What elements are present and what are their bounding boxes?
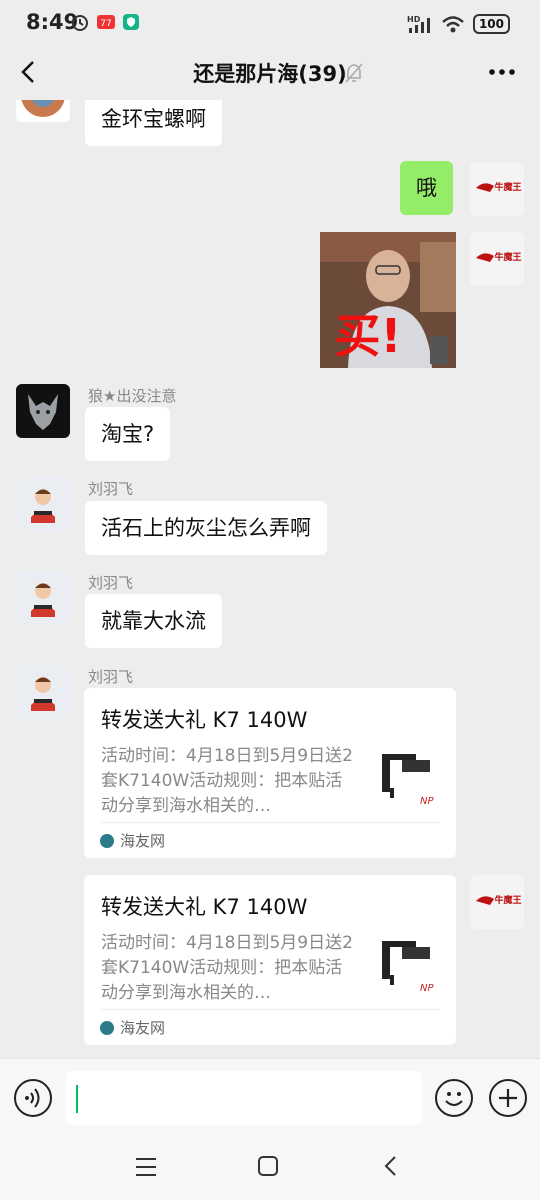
source-name: 海友网 xyxy=(120,1019,166,1037)
avatar[interactable] xyxy=(16,100,70,122)
card-title: 转发送大礼 K7 140W xyxy=(101,708,308,732)
emoji-button[interactable] xyxy=(435,1079,473,1117)
card-description: 活动时间：4月18日到5月9日送2套K7140W活动规则：把本贴活动分享到海水相… xyxy=(101,933,353,1003)
avatar-label: 牛魔王 xyxy=(494,251,521,263)
sender-name: 狼★出没注意 xyxy=(88,387,177,405)
card-description: 活动时间：4月18日到5月9日送2套K7140W活动规则：把本贴活动分享到海水相… xyxy=(101,746,353,816)
message-list[interactable]: 金环宝螺啊 哦 牛魔王 买! 牛魔王 狼★出没注意 淘宝? 刘羽飞 活石上的灰尘… xyxy=(0,100,540,1058)
voice-input-button[interactable] xyxy=(14,1079,52,1117)
avatar-label: 牛魔王 xyxy=(494,181,521,193)
source-logo-icon xyxy=(100,833,114,848)
home-icon[interactable] xyxy=(257,1155,279,1177)
input-bar xyxy=(0,1058,540,1138)
chat-header: 还是那片海(39) xyxy=(0,46,540,100)
product-thumbnail: NP xyxy=(382,941,434,994)
card-source: 海友网 xyxy=(100,1009,440,1045)
sticker-image[interactable]: 买! xyxy=(320,232,456,368)
recent-apps-icon[interactable] xyxy=(134,1156,158,1178)
shield-icon xyxy=(123,14,139,30)
card-title: 转发送大礼 K7 140W xyxy=(101,895,308,919)
my-avatar[interactable]: 牛魔王 xyxy=(470,162,524,216)
avatar[interactable] xyxy=(16,384,70,438)
svg-text:NP: NP xyxy=(420,983,434,994)
message-input[interactable] xyxy=(66,1071,422,1125)
sticker-text: 买! xyxy=(335,309,402,363)
source-name: 海友网 xyxy=(120,832,166,850)
my-avatar[interactable]: 牛魔王 xyxy=(470,232,524,286)
avatar-label: 牛魔王 xyxy=(494,894,521,906)
plus-icon xyxy=(499,1089,517,1107)
app-notification-icon: 77 xyxy=(97,15,115,29)
avatar[interactable] xyxy=(16,571,70,625)
my-avatar[interactable]: 牛魔王 xyxy=(470,875,524,929)
message-bubble[interactable]: 就靠大水流 xyxy=(85,594,222,648)
wifi-icon xyxy=(442,16,464,33)
avatar[interactable] xyxy=(16,477,70,531)
status-bar: 8:49 77 HD 100 xyxy=(0,0,540,46)
alarm-icon xyxy=(72,15,88,31)
battery-indicator: 100 xyxy=(472,14,510,34)
voice-icon xyxy=(25,1088,40,1108)
mute-bell-icon xyxy=(345,63,363,83)
avatar[interactable] xyxy=(16,665,70,719)
sender-name: 刘羽飞 xyxy=(88,668,134,686)
chat-title: 还是那片海(39) xyxy=(193,62,347,86)
sender-name: 刘羽飞 xyxy=(88,480,134,498)
back-nav-icon[interactable] xyxy=(381,1155,401,1177)
product-thumbnail: NP xyxy=(382,754,434,807)
more-options-icon[interactable] xyxy=(488,60,516,84)
signal-icon: HD xyxy=(407,15,430,33)
svg-text:77: 77 xyxy=(100,19,111,29)
svg-text:NP: NP xyxy=(420,796,434,807)
shared-link-card[interactable]: 转发送大礼 K7 140W 活动时间：4月18日到5月9日送2套K7140W活动… xyxy=(84,688,456,858)
source-logo-icon xyxy=(100,1020,114,1035)
message-bubble[interactable]: 淘宝? xyxy=(85,407,171,461)
message-bubble[interactable]: 金环宝螺啊 xyxy=(85,100,222,146)
sender-name: 刘羽飞 xyxy=(88,574,134,592)
network-label: HD xyxy=(407,15,421,24)
shared-link-card[interactable]: 转发送大礼 K7 140W 活动时间：4月18日到5月9日送2套K7140W活动… xyxy=(84,875,456,1045)
more-functions-button[interactable] xyxy=(489,1079,527,1117)
my-message-bubble[interactable]: 哦 xyxy=(400,161,453,215)
card-source: 海友网 xyxy=(100,822,440,858)
smiley-icon xyxy=(445,1092,463,1106)
message-bubble[interactable]: 活石上的灰尘怎么弄啊 xyxy=(85,501,327,555)
system-nav-bar xyxy=(0,1138,540,1200)
text-caret xyxy=(76,1085,78,1113)
